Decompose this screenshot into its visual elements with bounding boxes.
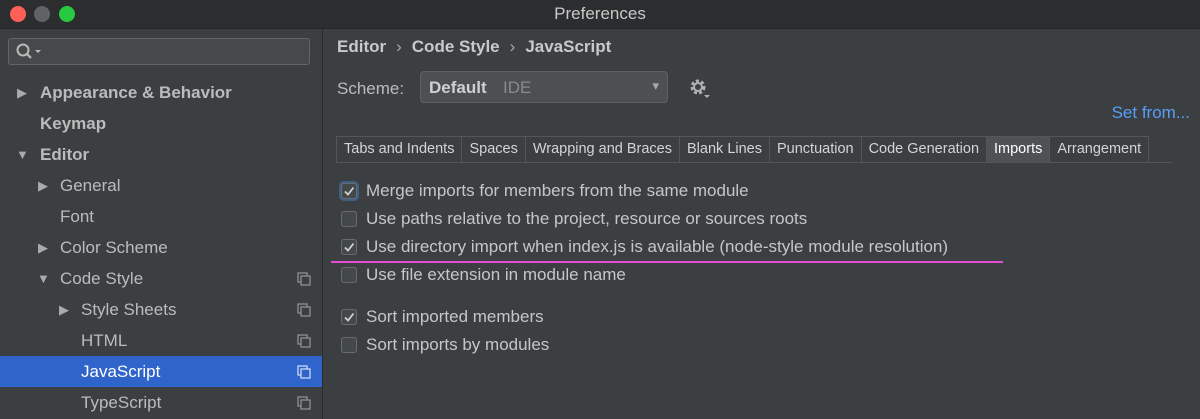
sidebar-item-font[interactable]: Font xyxy=(0,201,322,232)
sidebar-item-color-scheme[interactable]: ▶ Color Scheme xyxy=(0,232,322,263)
checkbox-checked[interactable] xyxy=(341,309,357,325)
tab-punctuation[interactable]: Punctuation xyxy=(768,136,862,162)
sidebar-item-style-sheets[interactable]: ▶ Style Sheets xyxy=(0,294,322,325)
tab-arrangement[interactable]: Arrangement xyxy=(1049,136,1150,162)
sidebar-item-html[interactable]: HTML xyxy=(0,325,322,356)
expand-arrow-icon[interactable]: ▶ xyxy=(38,232,48,263)
collapse-arrow-icon[interactable]: ▼ xyxy=(16,139,29,170)
set-from-link[interactable]: Set from... xyxy=(1112,103,1190,123)
sidebar-item-label: Appearance & Behavior xyxy=(40,83,232,102)
breadcrumb-item[interactable]: Code Style xyxy=(412,37,500,56)
expand-arrow-icon[interactable]: ▶ xyxy=(17,77,27,108)
sidebar-item-typescript[interactable]: TypeScript xyxy=(0,387,322,418)
scheme-label: Scheme: xyxy=(337,79,405,98)
scheme-name: Default xyxy=(429,78,487,97)
checkbox-unchecked[interactable] xyxy=(341,337,357,353)
highlight-underline xyxy=(331,261,1003,263)
settings-sidebar: ▶ Appearance & Behavior Keymap ▼ Editor … xyxy=(0,29,323,419)
window-title: Preferences xyxy=(554,4,646,23)
sidebar-item-appearance-behavior[interactable]: ▶ Appearance & Behavior xyxy=(0,77,322,108)
tab-spaces[interactable]: Spaces xyxy=(461,136,526,162)
tab-blank-lines[interactable]: Blank Lines xyxy=(679,136,770,162)
title-bar: Preferences xyxy=(0,0,1200,29)
sidebar-item-label: Keymap xyxy=(40,114,107,133)
expand-arrow-icon[interactable]: ▶ xyxy=(59,294,69,325)
settings-search-input[interactable] xyxy=(8,38,310,65)
project-copy-icon xyxy=(297,396,311,410)
sidebar-item-code-style[interactable]: ▼ Code Style xyxy=(0,263,322,294)
breadcrumb: Editor › Code Style › JavaScript xyxy=(337,37,611,57)
tab-wrapping-and-braces[interactable]: Wrapping and Braces xyxy=(524,136,681,162)
project-copy-icon xyxy=(297,272,311,286)
dropdown-arrow-icon: ▾ xyxy=(652,78,659,93)
breadcrumb-separator: › xyxy=(509,37,516,56)
project-copy-icon xyxy=(297,303,311,317)
sidebar-item-javascript[interactable]: JavaScript xyxy=(0,356,322,387)
option-label: Use paths relative to the project, resou… xyxy=(366,209,808,228)
option-label: Sort imported members xyxy=(366,307,544,326)
project-copy-icon xyxy=(297,365,311,379)
scheme-type: IDE xyxy=(503,78,532,97)
tab-code-generation[interactable]: Code Generation xyxy=(860,136,988,162)
option-label: Use directory import when index.js is av… xyxy=(366,237,949,256)
breadcrumb-item[interactable]: Editor xyxy=(337,37,386,56)
gear-icon[interactable] xyxy=(688,77,712,101)
sidebar-item-label: HTML xyxy=(81,331,128,350)
checkbox-unchecked[interactable] xyxy=(341,267,357,283)
sidebar-item-label: Font xyxy=(60,207,95,226)
settings-content: Editor › Code Style › JavaScript Scheme: Def… xyxy=(323,29,1200,419)
sidebar-item-label: JavaScript xyxy=(81,362,161,381)
sidebar-item-general[interactable]: ▶ General xyxy=(0,170,322,201)
tab-tabs-and-indents[interactable]: Tabs and Indents xyxy=(336,136,463,162)
expand-arrow-icon[interactable]: ▶ xyxy=(38,170,48,201)
sidebar-item-label: Editor xyxy=(40,145,90,164)
code-style-tabs: Tabs and Indents Spaces Wrapping and Bra… xyxy=(336,136,1172,163)
sidebar-item-label: Color Scheme xyxy=(60,238,168,257)
sidebar-item-label: TypeScript xyxy=(81,393,162,412)
breadcrumb-item: JavaScript xyxy=(525,37,612,56)
option-label: Sort imports by modules xyxy=(366,335,550,354)
checkbox-checked[interactable] xyxy=(341,239,357,255)
sidebar-item-editor[interactable]: ▼ Editor xyxy=(0,139,322,170)
tab-imports[interactable]: Imports xyxy=(986,136,1051,162)
sidebar-item-label: Code Style xyxy=(60,269,144,288)
scheme-dropdown[interactable]: Default IDE ▾ xyxy=(420,71,668,103)
collapse-arrow-icon[interactable]: ▼ xyxy=(37,263,50,294)
sidebar-item-label: General xyxy=(60,176,121,195)
option-label: Merge imports for members from the same … xyxy=(366,181,749,200)
checkbox-checked[interactable] xyxy=(341,183,357,199)
checkbox-unchecked[interactable] xyxy=(341,211,357,227)
breadcrumb-separator: › xyxy=(396,37,402,56)
sidebar-item-keymap[interactable]: Keymap xyxy=(0,108,322,139)
project-copy-icon xyxy=(297,334,311,348)
sidebar-item-label: Style Sheets xyxy=(81,300,177,319)
search-icon xyxy=(16,43,41,59)
option-label: Use file extension in module name xyxy=(366,265,626,284)
